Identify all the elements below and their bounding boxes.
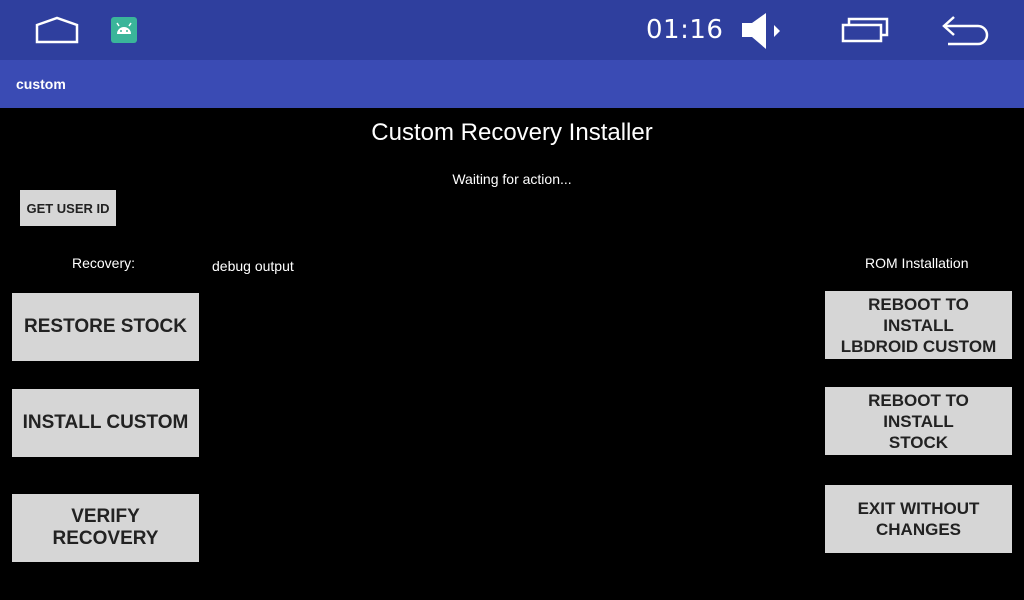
home-icon[interactable]	[34, 16, 80, 44]
volume-icon[interactable]	[740, 11, 788, 51]
clock: 01:16	[646, 15, 724, 45]
app-title: custom	[16, 76, 66, 92]
page-title: Custom Recovery Installer	[371, 119, 653, 146]
restore-stock-button[interactable]: RESTORE STOCK	[12, 293, 199, 361]
verify-recovery-button[interactable]: VERIFY RECOVERY	[12, 494, 199, 562]
app-toolbar: custom	[0, 60, 1024, 108]
get-user-id-button[interactable]: GET USER ID	[20, 190, 116, 226]
reboot-install-stock-button[interactable]: REBOOT TO INSTALL STOCK	[825, 387, 1012, 455]
reboot-install-custom-button[interactable]: REBOOT TO INSTALL LBDROID CUSTOM	[825, 291, 1012, 359]
status-text: Waiting for action...	[452, 171, 572, 187]
system-status-bar: 01:16	[0, 0, 1024, 60]
recovery-label: Recovery:	[72, 255, 136, 271]
back-icon[interactable]	[940, 14, 992, 46]
exit-without-changes-button[interactable]: EXIT WITHOUT CHANGES	[825, 485, 1012, 553]
recent-apps-icon[interactable]	[840, 16, 890, 44]
rom-installation-label: ROM Installation	[865, 255, 969, 271]
android-app-icon[interactable]	[111, 17, 137, 43]
debug-output-label: debug output	[212, 258, 294, 274]
install-custom-button[interactable]: INSTALL CUSTOM	[12, 389, 199, 457]
